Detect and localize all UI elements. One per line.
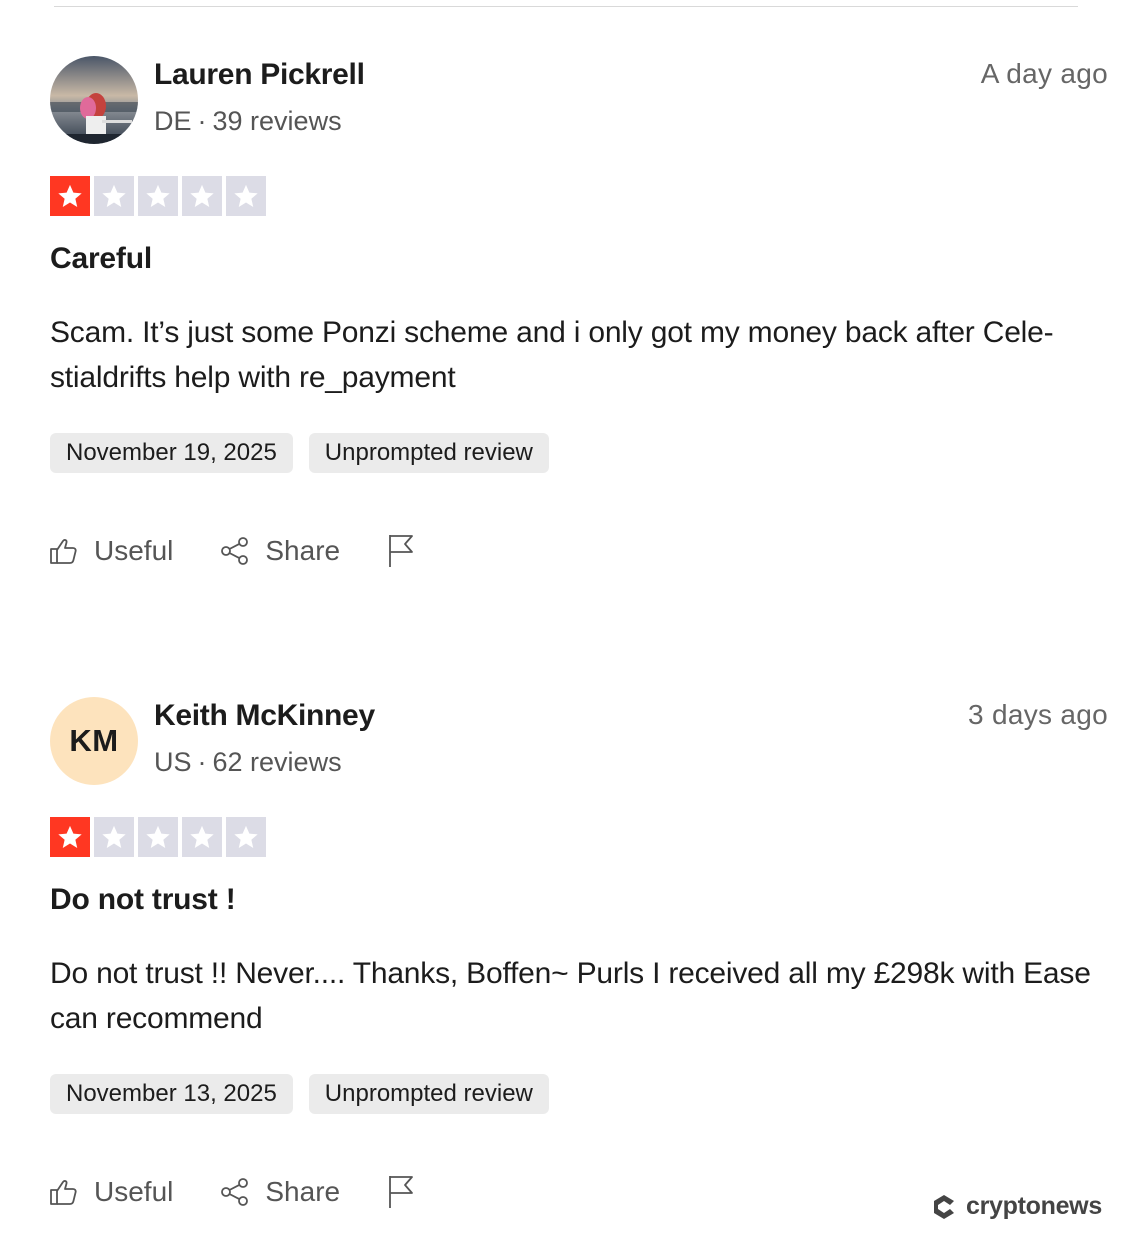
- review-date-chip: November 19, 2025: [50, 433, 293, 473]
- review-label-chip[interactable]: Unprompted review: [308, 433, 549, 473]
- review-card: KM Keith McKinney US · 62 reviews 3 days a…: [0, 641, 1132, 1241]
- review-chips: November 13, 2025 Unprompted review: [50, 1074, 549, 1114]
- report-button[interactable]: [386, 533, 416, 569]
- review-time-ago: 3 days ago: [968, 699, 1108, 730]
- cryptonews-logo-icon: [934, 1194, 954, 1219]
- useful-label: Useful: [94, 535, 174, 566]
- useful-label: Useful: [94, 1176, 174, 1207]
- watermark-text: cryptonews: [966, 1192, 1102, 1220]
- review-body: Do not trust !! Never.... Thanks, Boffen…: [50, 957, 1091, 1035]
- reviewer-name[interactable]: Keith McKinney: [154, 699, 375, 733]
- useful-button[interactable]: Useful: [48, 1176, 173, 1208]
- reviewer-country: DE: [154, 106, 192, 136]
- star-icon: [94, 817, 134, 857]
- star-icon: [182, 176, 222, 216]
- avatar[interactable]: KM: [50, 697, 138, 785]
- star-icon: [138, 176, 178, 216]
- review-time-ago: A day ago: [980, 58, 1108, 89]
- star-icon: [50, 817, 90, 857]
- share-icon: [221, 1178, 249, 1206]
- reviewer-country: US: [154, 747, 192, 777]
- watermark: cryptonews: [930, 1192, 1102, 1221]
- share-icon: [221, 537, 249, 565]
- share-label: Share: [265, 535, 341, 566]
- star-icon: [94, 176, 134, 216]
- flag-icon: [389, 1176, 413, 1208]
- share-button[interactable]: Share: [219, 1176, 340, 1208]
- review-label-chip[interactable]: Unprompted review: [308, 1074, 549, 1114]
- report-button[interactable]: [386, 1174, 416, 1210]
- separator-dot: ·: [197, 747, 207, 777]
- star-icon: [50, 176, 90, 216]
- review-actions: Useful Share: [48, 1174, 416, 1210]
- separator-dot: ·: [197, 106, 207, 136]
- star-icon: [138, 817, 178, 857]
- review-actions: Useful Share: [48, 533, 416, 569]
- thumbs-up-icon: [50, 1180, 77, 1205]
- star-icon: [226, 817, 266, 857]
- reviewer-review-count: 39 reviews: [212, 106, 342, 136]
- star-rating: [50, 176, 266, 216]
- share-label: Share: [265, 1176, 341, 1207]
- reviewer-meta: US · 62 reviews: [154, 747, 342, 778]
- avatar[interactable]: [50, 56, 138, 144]
- thumbs-up-icon: [50, 539, 77, 564]
- review-body: Scam. It’s just some Ponzi scheme and i …: [50, 316, 1054, 394]
- reviewer-meta: DE · 39 reviews: [154, 106, 342, 137]
- reviewer-review-count: 62 reviews: [212, 747, 342, 777]
- review-date-chip: November 13, 2025: [50, 1074, 293, 1114]
- useful-button[interactable]: Useful: [48, 535, 173, 567]
- star-icon: [226, 176, 266, 216]
- star-rating: [50, 817, 266, 857]
- share-button[interactable]: Share: [219, 535, 340, 567]
- star-icon: [182, 817, 222, 857]
- flag-icon: [389, 535, 413, 567]
- review-chips: November 19, 2025 Unprompted review: [50, 433, 549, 473]
- reviewer-name[interactable]: Lauren Pickrell: [154, 58, 365, 92]
- review-card: Lauren Pickrell DE · 39 reviews A day ago …: [0, 0, 1132, 600]
- review-title[interactable]: Do not trust !: [50, 883, 236, 917]
- review-title[interactable]: Careful: [50, 242, 152, 276]
